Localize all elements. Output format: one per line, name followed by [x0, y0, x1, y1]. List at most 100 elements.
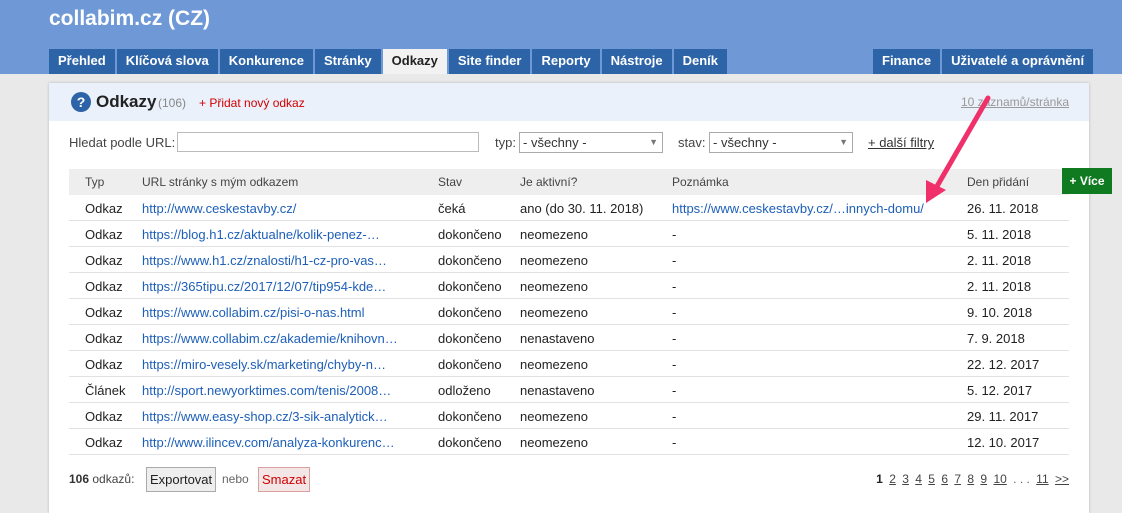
tab-odkazy[interactable]: Odkazy [382, 49, 447, 74]
row-active: nenastaveno [520, 331, 595, 346]
row-note: - [672, 279, 677, 294]
page-link[interactable]: 2 [889, 472, 896, 486]
table-row: Odkaz https://www.collabim.cz/akademie/k… [69, 325, 1069, 351]
row-active: neomezeno [520, 253, 588, 268]
row-url-link[interactable]: http://www.ceskestavby.cz/ [142, 201, 296, 216]
export-button[interactable]: Exportovat [146, 467, 217, 492]
row-type: Odkaz [85, 409, 123, 424]
help-icon[interactable]: ? [71, 92, 91, 112]
tab-denik[interactable]: Deník [673, 49, 728, 74]
main-nav: Přehled Klíčová slova Konkurence Stránky… [49, 49, 729, 74]
row-type: Odkaz [85, 305, 123, 320]
row-active: neomezeno [520, 305, 588, 320]
tab-nastroje[interactable]: Nástroje [601, 49, 672, 74]
row-status: čeká [438, 201, 466, 216]
row-status: dokončeno [438, 253, 502, 268]
page-title: Odkazy [96, 92, 157, 111]
row-url-link[interactable]: https://blog.h1.cz/aktualne/kolik-penez-… [142, 227, 380, 242]
row-date: 9. 10. 2018 [967, 305, 1033, 320]
table-row: Článek http://sport.newyorktimes.com/ten… [69, 377, 1069, 403]
page-next-link[interactable]: >> [1055, 472, 1069, 486]
row-active: neomezeno [520, 357, 588, 372]
row-url-link[interactable]: http://sport.newyorktimes.com/tenis/2008… [142, 383, 391, 398]
row-note: - [672, 383, 677, 398]
page-link[interactable]: 7 [954, 472, 961, 486]
table-row: Odkaz https://www.easy-shop.cz/3-sik-ana… [69, 403, 1069, 429]
links-panel: ? Odkazy (106) + Přidat nový odkaz 10 zá… [49, 83, 1089, 513]
table-row: Odkaz https://miro-vesely.sk/marketing/c… [69, 351, 1069, 377]
table-row: Odkaz http://www.ilincev.com/analyza-kon… [69, 429, 1069, 455]
row-status: dokončeno [438, 357, 502, 372]
column-header-poznamka[interactable]: Poznámka [672, 175, 729, 189]
row-date: 7. 9. 2018 [967, 331, 1025, 346]
page-link[interactable]: 4 [915, 472, 922, 486]
more-filters-link[interactable]: + další filtry [868, 135, 934, 150]
links-table-body: Odkaz http://www.ceskestavby.cz/ čeká an… [69, 195, 1069, 455]
delete-button[interactable]: Smazat [258, 467, 311, 492]
per-page-selector[interactable]: 10 záznamů/stránka [961, 95, 1069, 109]
tab-site-finder[interactable]: Site finder [448, 49, 531, 74]
status-filter-select[interactable]: - všechny - ▼ [709, 132, 853, 153]
links-count-badge: (106) [158, 96, 187, 110]
tab-finance[interactable]: Finance [873, 49, 941, 74]
tab-konkurence[interactable]: Konkurence [219, 49, 313, 74]
row-url-link[interactable]: https://www.collabim.cz/akademie/knihovn… [142, 331, 398, 346]
row-url-link[interactable]: https://365tipu.cz/2017/12/07/tip954-kde… [142, 279, 386, 294]
search-url-label: Hledat podle URL: [69, 135, 176, 150]
row-note-link[interactable]: https://www.ceskestavby.cz/…innych-domu/ [672, 201, 924, 216]
column-header-den[interactable]: Den přidání [967, 175, 1029, 189]
tab-reporty[interactable]: Reporty [532, 49, 600, 74]
table-row: Odkaz https://365tipu.cz/2017/12/07/tip9… [69, 273, 1069, 299]
page-link-last[interactable]: 11 [1036, 472, 1048, 486]
row-active: ano (do 30. 11. 2018) [520, 201, 644, 216]
row-status: dokončeno [438, 279, 502, 294]
row-type: Odkaz [85, 357, 123, 372]
tab-uzivatele[interactable]: Uživatelé a oprávnění [942, 49, 1094, 74]
more-button[interactable]: + Více [1062, 168, 1112, 194]
total-count-number: 106 [69, 472, 90, 486]
add-link-button[interactable]: + Přidat nový odkaz [199, 96, 305, 110]
row-note: - [672, 253, 677, 268]
row-note: - [672, 305, 677, 320]
tab-prehled[interactable]: Přehled [49, 49, 115, 74]
row-url-link[interactable]: https://miro-vesely.sk/marketing/chyby-n… [142, 357, 386, 372]
row-date: 2. 11. 2018 [967, 279, 1032, 294]
row-note: - [672, 409, 677, 424]
column-header-aktivni[interactable]: Je aktivní? [520, 175, 577, 189]
page-current: 1 [876, 472, 883, 486]
row-date: 12. 10. 2017 [967, 435, 1040, 450]
page-link[interactable]: 5 [928, 472, 935, 486]
column-header-stav[interactable]: Stav [438, 175, 462, 189]
row-date: 22. 12. 2017 [967, 357, 1040, 372]
table-row: Odkaz http://www.ceskestavby.cz/ čeká an… [69, 195, 1069, 221]
row-note: - [672, 435, 677, 450]
page-link[interactable]: 6 [941, 472, 948, 486]
type-filter-select[interactable]: - všechny - ▼ [519, 132, 663, 153]
table-row: Odkaz https://blog.h1.cz/aktualne/kolik-… [69, 221, 1069, 247]
panel-header: ? Odkazy (106) + Přidat nový odkaz 10 zá… [49, 83, 1089, 121]
page-link[interactable]: 3 [902, 472, 909, 486]
row-status: dokončeno [438, 305, 502, 320]
row-url-link[interactable]: https://www.h1.cz/znalosti/h1-cz-pro-vas… [142, 253, 387, 268]
or-text: nebo [222, 472, 249, 486]
total-count: 106 odkazů: [69, 472, 134, 486]
page-link[interactable]: 9 [980, 472, 987, 486]
tab-stranky[interactable]: Stránky [314, 49, 381, 74]
row-url-link[interactable]: https://www.easy-shop.cz/3-sik-analytick… [142, 409, 388, 424]
row-active: neomezeno [520, 435, 588, 450]
page-link[interactable]: 8 [967, 472, 974, 486]
row-active: neomezeno [520, 279, 588, 294]
row-type: Odkaz [85, 227, 123, 242]
row-url-link[interactable]: https://www.collabim.cz/pisi-o-nas.html [142, 305, 365, 320]
search-url-input[interactable] [177, 132, 479, 152]
row-url-link[interactable]: http://www.ilincev.com/analyza-konkurenc… [142, 435, 395, 450]
column-header-url[interactable]: URL stránky s mým odkazem [142, 175, 298, 189]
row-status: dokončeno [438, 331, 502, 346]
total-count-label: odkazů: [92, 472, 135, 486]
pagination: 1 2 3 4 5 6 7 8 9 10 . . . 11 >> [873, 472, 1069, 486]
column-header-typ[interactable]: Typ [85, 175, 104, 189]
row-active: neomezeno [520, 409, 588, 424]
page-link[interactable]: 10 [993, 472, 1006, 486]
row-type: Odkaz [85, 201, 123, 216]
tab-klicova-slova[interactable]: Klíčová slova [116, 49, 218, 74]
